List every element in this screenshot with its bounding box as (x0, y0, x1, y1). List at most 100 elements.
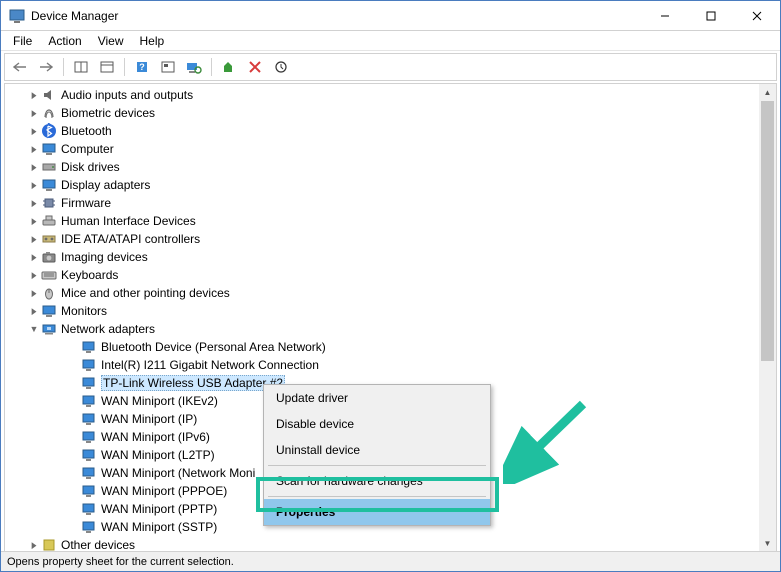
app-icon (9, 8, 25, 24)
back-button[interactable] (9, 56, 31, 78)
network-adapter-icon (81, 357, 97, 373)
tree-node[interactable]: ▶ Audio inputs and outputs (5, 86, 776, 104)
toolbar: ? (4, 53, 777, 81)
tree-node[interactable]: ▶ Mice and other pointing devices (5, 284, 776, 302)
show-hidden-icon[interactable] (70, 56, 92, 78)
help-icon[interactable]: ? (131, 56, 153, 78)
chevron-right-icon[interactable]: ▶ (31, 252, 38, 262)
tree-node-label: WAN Miniport (IP) (101, 412, 197, 426)
monitor-icon (41, 177, 57, 193)
chevron-right-icon[interactable]: ▶ (31, 540, 38, 550)
device-tree-panel: ▶ Audio inputs and outputs ▶ Biometric devi… (4, 83, 777, 553)
chevron-right-icon[interactable]: ▶ (31, 126, 38, 136)
uninstall-icon[interactable] (244, 56, 266, 78)
tree-node-label: Human Interface Devices (61, 214, 196, 228)
network-adapter-icon (81, 465, 97, 481)
tree-node-label: WAN Miniport (SSTP) (101, 520, 217, 534)
vertical-scrollbar[interactable]: ▲ ▼ (759, 84, 776, 552)
menubar: File Action View Help (1, 31, 780, 51)
tree-node-label: WAN Miniport (PPTP) (101, 502, 217, 516)
hid-icon (41, 213, 57, 229)
tree-node-label: TP-Link Wireless USB Adapter #2 (101, 375, 285, 391)
window-title: Device Manager (31, 9, 642, 23)
chevron-spacer (69, 432, 79, 442)
maximize-button[interactable] (688, 1, 734, 30)
scan-hardware-icon[interactable] (183, 56, 205, 78)
chevron-spacer (69, 414, 79, 424)
tree-node-label: Bluetooth (61, 124, 112, 138)
ctx-properties[interactable]: Properties (264, 499, 490, 525)
ctx-disable-device[interactable]: Disable device (264, 411, 490, 437)
chevron-right-icon[interactable]: ▶ (31, 216, 38, 226)
tree-node[interactable]: ▶Keyboards (5, 266, 776, 284)
tree-node-label: Disk drives (61, 160, 120, 174)
tree-node[interactable]: ▶Other devices (5, 536, 776, 552)
tree-node[interactable]: Intel(R) I211 Gigabit Network Connection (5, 356, 776, 374)
tree-node-label: WAN Miniport (Network Moni (101, 466, 255, 480)
chevron-right-icon[interactable]: ▶ (31, 306, 38, 316)
tree-node-label: WAN Miniport (IKEv2) (101, 394, 218, 408)
update-driver-icon[interactable] (218, 56, 240, 78)
minimize-button[interactable] (642, 1, 688, 30)
tree-node-label: Monitors (61, 304, 107, 318)
chevron-right-icon[interactable]: ▶ (31, 198, 38, 208)
action-icon[interactable] (157, 56, 179, 78)
tree-node[interactable]: ▶Imaging devices (5, 248, 776, 266)
network-adapter-icon (81, 519, 97, 535)
chevron-right-icon[interactable]: ▶ (31, 162, 38, 172)
ctx-separator (268, 465, 486, 466)
properties-icon[interactable] (96, 56, 118, 78)
scroll-thumb[interactable] (761, 101, 774, 361)
menu-action[interactable]: Action (40, 32, 89, 50)
menu-file[interactable]: File (5, 32, 40, 50)
menu-help[interactable]: Help (132, 32, 173, 50)
chevron-right-icon[interactable]: ▶ (31, 108, 38, 118)
tree-node[interactable]: ▶Firmware (5, 194, 776, 212)
scroll-up-icon[interactable]: ▲ (759, 84, 776, 101)
tree-node[interactable]: ▶ Biometric devices (5, 104, 776, 122)
tree-node[interactable]: ▶ Display adapters (5, 176, 776, 194)
tree-node[interactable]: ▶IDE ATA/ATAPI controllers (5, 230, 776, 248)
ide-icon (41, 231, 57, 247)
tree-node[interactable]: ▶ Computer (5, 140, 776, 158)
svg-text:?: ? (139, 62, 145, 72)
tree-node-label: Computer (61, 142, 114, 156)
tree-node-label: Audio inputs and outputs (61, 88, 193, 102)
network-icon (41, 321, 57, 337)
tree-node[interactable]: ▶ Disk drives (5, 158, 776, 176)
chevron-spacer (69, 360, 79, 370)
tree-node[interactable]: Bluetooth Device (Personal Area Network) (5, 338, 776, 356)
ctx-uninstall-device[interactable]: Uninstall device (264, 437, 490, 463)
tree-node[interactable]: ▶ Monitors (5, 302, 776, 320)
chevron-right-icon[interactable]: ▶ (31, 144, 38, 154)
camera-icon (41, 249, 57, 265)
scroll-down-icon[interactable]: ▼ (759, 535, 776, 552)
forward-button[interactable] (35, 56, 57, 78)
disable-icon[interactable] (270, 56, 292, 78)
network-adapter-icon (81, 483, 97, 499)
chevron-right-icon[interactable]: ▶ (31, 270, 38, 280)
chevron-spacer (69, 450, 79, 460)
scroll-track[interactable] (759, 101, 776, 535)
chevron-right-icon[interactable]: ▶ (31, 288, 38, 298)
ctx-scan-hardware[interactable]: Scan for hardware changes (264, 468, 490, 494)
chevron-down-icon[interactable]: ▼ (29, 324, 39, 334)
tree-node-label: Biometric devices (61, 106, 155, 120)
network-adapter-icon (81, 411, 97, 427)
chevron-right-icon[interactable]: ▶ (31, 180, 38, 190)
chevron-spacer (69, 342, 79, 352)
tree-node[interactable]: ▼Network adapters (5, 320, 776, 338)
network-adapter-icon (81, 393, 97, 409)
ctx-update-driver[interactable]: Update driver (264, 385, 490, 411)
monitor-icon (41, 303, 57, 319)
tree-node[interactable]: ▶ Bluetooth (5, 122, 776, 140)
tree-node-label: Mice and other pointing devices (61, 286, 230, 300)
close-button[interactable] (734, 1, 780, 30)
chevron-spacer (69, 468, 79, 478)
menu-view[interactable]: View (90, 32, 132, 50)
tree-node-label: Display adapters (61, 178, 150, 192)
bluetooth-icon (41, 123, 57, 139)
chevron-right-icon[interactable]: ▶ (31, 90, 38, 100)
chevron-right-icon[interactable]: ▶ (31, 234, 38, 244)
tree-node[interactable]: ▶ Human Interface Devices (5, 212, 776, 230)
